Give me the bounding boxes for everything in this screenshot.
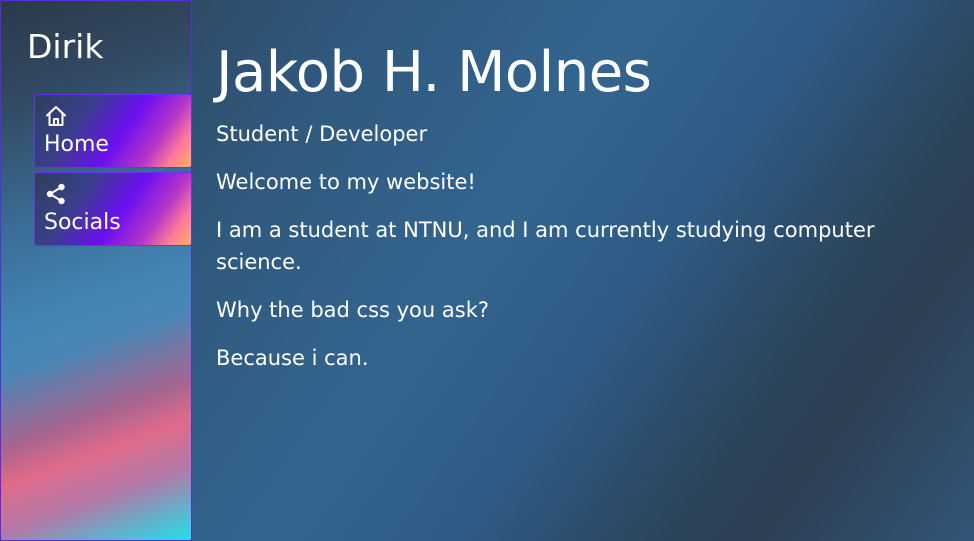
sidebar: Dirik Home Socials: [0, 0, 192, 541]
page-subtitle: Student / Developer: [216, 122, 428, 146]
share-icon: [46, 183, 65, 205]
sidebar-item-label: Home: [44, 132, 109, 157]
sidebar-item-home[interactable]: Home: [34, 94, 192, 168]
sidebar-item-socials[interactable]: Socials: [34, 172, 192, 246]
question-paragraph: Why the bad css you ask?: [216, 298, 489, 322]
page-title: Jakob H. Molnes: [216, 40, 652, 105]
welcome-paragraph: Welcome to my website!: [216, 170, 476, 194]
about-paragraph: I am a student at NTNU, and I am current…: [216, 218, 875, 274]
home-icon: [46, 106, 66, 126]
sidebar-item-label: Socials: [44, 210, 121, 235]
site-brand[interactable]: Dirik: [27, 27, 103, 67]
answer-paragraph: Because i can.: [216, 346, 369, 370]
